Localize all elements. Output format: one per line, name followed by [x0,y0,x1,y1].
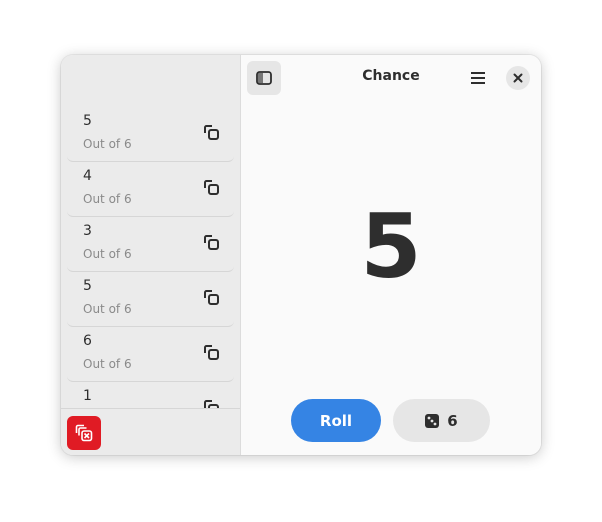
history-value: 5 [83,113,92,129]
history-item[interactable]: 4 Out of 6 [67,162,234,217]
copy-icon[interactable] [202,178,220,196]
window-title: Chance [362,68,420,84]
sidebar-footer [61,408,240,455]
header-bar: Chance [241,55,541,101]
main-content: Chance 5 Roll 6 [241,55,541,455]
history-value: 4 [83,168,92,184]
copy-icon[interactable] [202,233,220,251]
history-item[interactable]: 3 Out of 6 [67,217,234,272]
history-sidebar: 5 Out of 6 4 Out of 6 3 Out of 6 5 Out o… [61,55,241,455]
roll-button[interactable]: Roll [291,399,381,442]
history-value: 5 [83,278,92,294]
copy-icon[interactable] [202,398,220,408]
history-list[interactable]: 5 Out of 6 4 Out of 6 3 Out of 6 5 Out o… [61,107,240,408]
dice-sides-button[interactable]: 6 [393,399,490,442]
history-value: 6 [83,333,92,349]
history-value: 1 [83,388,92,404]
history-item[interactable]: 1 Out of 6 [67,382,234,408]
main-menu-button[interactable] [463,63,493,93]
history-subtitle: Out of 6 [83,302,132,316]
history-subtitle: Out of 6 [83,137,132,151]
app-window: 5 Out of 6 4 Out of 6 3 Out of 6 5 Out o… [61,55,541,455]
history-value: 3 [83,223,92,239]
history-item[interactable]: 5 Out of 6 [67,272,234,327]
history-item[interactable]: 5 Out of 6 [67,107,234,162]
history-subtitle: Out of 6 [83,192,132,206]
clear-history-icon [75,424,93,442]
close-button[interactable] [506,66,530,90]
copy-icon[interactable] [202,288,220,306]
history-subtitle: Out of 6 [83,247,132,261]
hamburger-menu-icon [471,72,485,84]
history-item[interactable]: 6 Out of 6 [67,327,234,382]
history-subtitle: Out of 6 [83,357,132,371]
close-icon [513,73,523,83]
copy-icon[interactable] [202,343,220,361]
sidebar-header [61,55,240,107]
clear-history-button[interactable] [67,416,101,450]
dice-sides-value: 6 [447,411,458,430]
dice-icon [425,413,440,428]
roll-result: 5 [360,195,422,298]
roll-button-label: Roll [319,411,353,430]
copy-icon[interactable] [202,123,220,141]
